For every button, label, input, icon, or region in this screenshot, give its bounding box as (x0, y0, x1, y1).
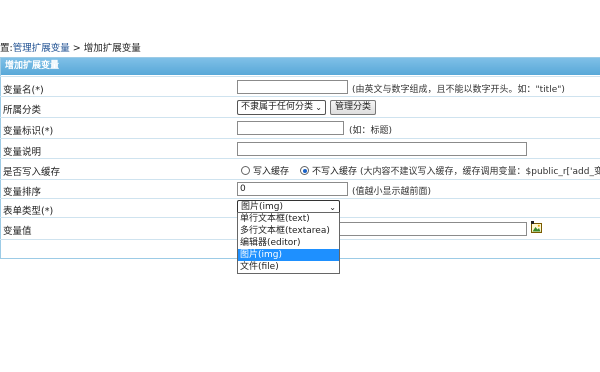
cache-label: 是否写入缓存 (3, 167, 61, 178)
sort-label: 变量排序 (3, 187, 42, 198)
row-var-id: 变量标识(*) (如：标题) (0, 117, 600, 139)
breadcrumb-link-manage-vars[interactable]: 管理扩展变量 (13, 43, 70, 54)
dropdown-option-text[interactable]: 单行文本框(text) (238, 213, 339, 225)
cache-no-label: 不写入缓存 (312, 167, 358, 177)
var-id-label: 变量标识(*) (3, 126, 54, 137)
var-id-hint: (如：标题) (349, 126, 393, 136)
row-var-desc: 变量说明 (0, 138, 600, 159)
form-type-label: 表单类型(*) (3, 206, 54, 217)
radio-cache-yes[interactable] (241, 166, 250, 175)
cache-yes-label: 写入缓存 (253, 167, 290, 177)
dropdown-option-textarea[interactable]: 多行文本框(textarea) (238, 225, 339, 237)
chevron-down-icon: ⌄ (315, 103, 322, 112)
cache-yes-option[interactable]: 写入缓存 (241, 164, 289, 177)
breadcrumb-current: 增加扩展变量 (83, 43, 141, 54)
radio-cache-no[interactable] (300, 166, 309, 175)
form-type-dropdown-list: 单行文本框(text) 多行文本框(textarea) 编辑器(editor) … (237, 212, 340, 274)
manage-category-button[interactable]: 管理分类 (330, 100, 377, 115)
category-selected: 不隶属于任何分类 (241, 102, 314, 112)
form-type-selected: 图片(img) (241, 202, 284, 212)
category-label: 所属分类 (3, 105, 42, 116)
breadcrumb-separator: > (69, 43, 84, 54)
var-name-hint: (由英文与数字组成，且不能以数字开头。如："title") (352, 85, 565, 95)
dropdown-option-file[interactable]: 文件(file) (238, 261, 339, 273)
row-var-name: 变量名(*) (由英文与数字组成，且不能以数字开头。如："title") (0, 76, 600, 97)
var-desc-label: 变量说明 (3, 147, 42, 158)
var-value-label: 变量值 (3, 226, 32, 237)
breadcrumb-prefix: 置: (0, 43, 13, 54)
sort-hint: (值越小显示越前面) (352, 187, 432, 197)
row-category: 所属分类 不隶属于任何分类 ⌄ 管理分类 (0, 96, 600, 118)
category-select[interactable]: 不隶属于任何分类 ⌄ (237, 100, 326, 115)
row-sort: 变量排序 0 (值越小显示越前面) (0, 179, 600, 199)
row-cache: 是否写入缓存 写入缓存 不写入缓存 (大内容不建议写入缓存，缓存调用变量：$pu… (0, 158, 600, 180)
dropdown-option-editor[interactable]: 编辑器(editor) (238, 237, 339, 249)
dropdown-option-img[interactable]: 图片(img) (238, 249, 339, 261)
image-picker-icon[interactable] (531, 221, 542, 233)
breadcrumb: 置:管理扩展变量 > 增加扩展变量 (0, 40, 141, 54)
panel-title: 增加扩展变量 (1, 58, 600, 75)
sort-input[interactable]: 0 (237, 182, 348, 196)
cache-no-option[interactable]: 不写入缓存 (300, 164, 357, 177)
var-desc-input[interactable] (237, 142, 527, 156)
cache-hint: (大内容不建议写入缓存，缓存调用变量：$public_r['add_变量 (360, 167, 600, 177)
var-name-input[interactable] (237, 80, 348, 94)
var-id-input[interactable] (237, 121, 344, 135)
var-name-label: 变量名(*) (3, 85, 44, 96)
